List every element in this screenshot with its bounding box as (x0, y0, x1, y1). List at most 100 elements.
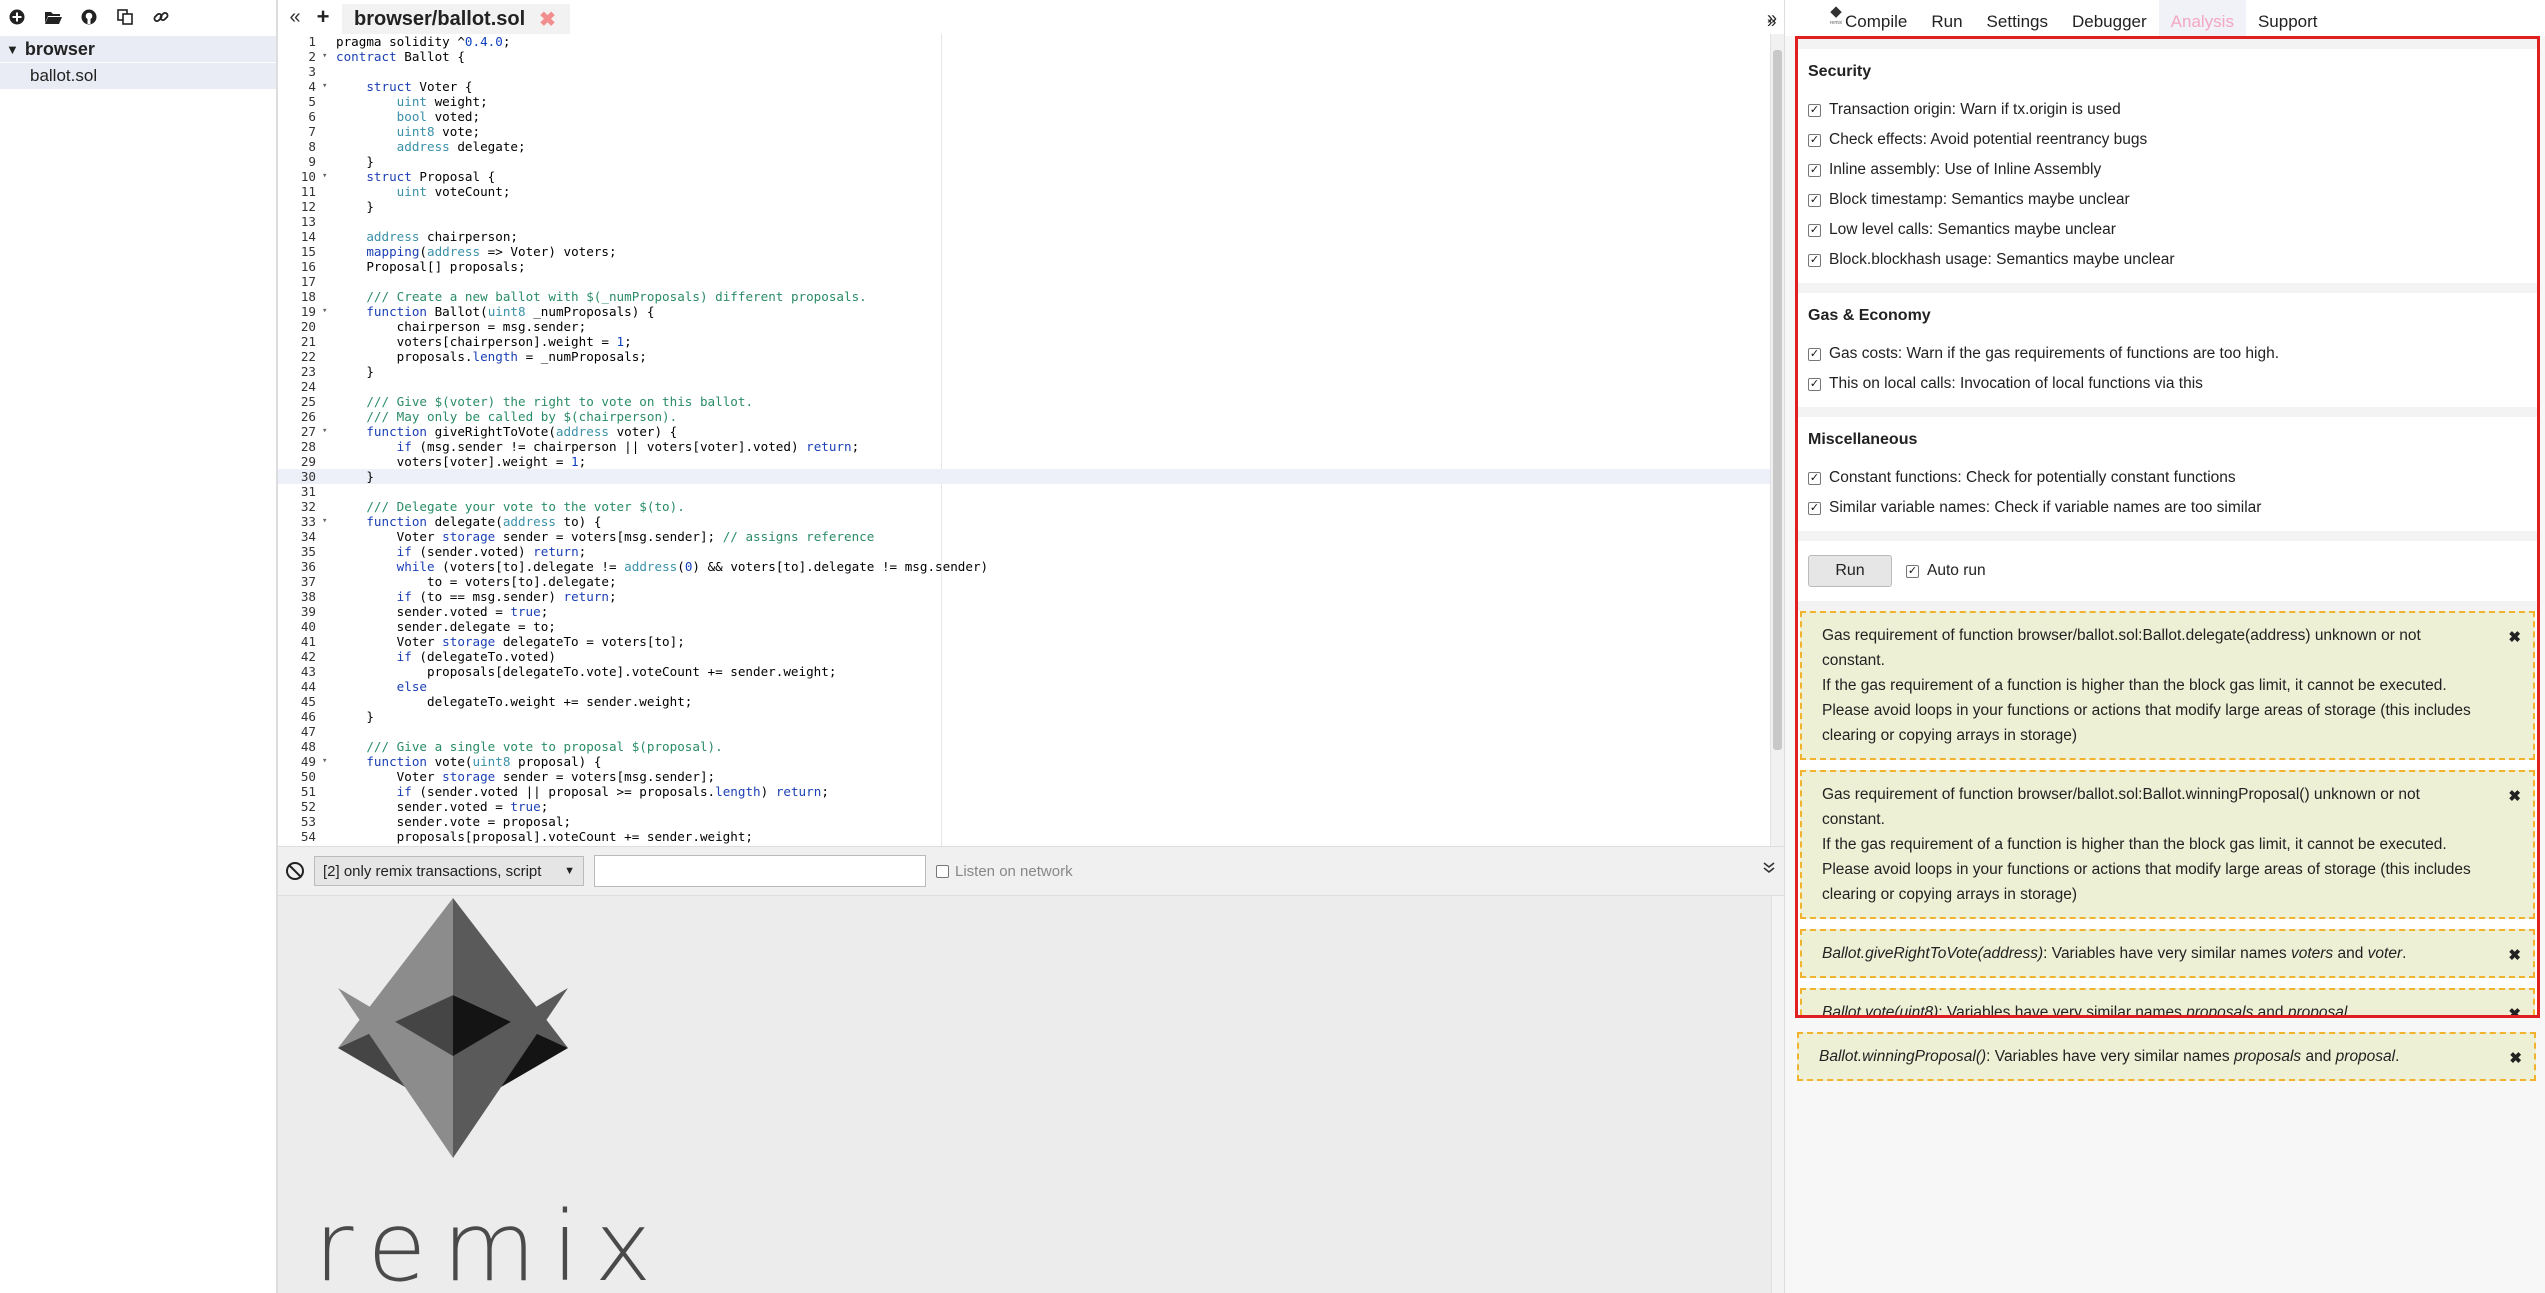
auto-run-checkbox[interactable]: ✓ (1906, 564, 1919, 578)
code-line[interactable]: 21 voters[chairperson].weight = 1; (278, 334, 1771, 349)
code-line[interactable]: 22 proposals.length = _numProposals; (278, 349, 1771, 364)
code-line[interactable]: 4 ▾ struct Voter { (278, 79, 1771, 94)
code-line[interactable]: 26 /// May only be called by $(chairpers… (278, 409, 1771, 424)
code-line[interactable]: 14 address chairperson; (278, 229, 1771, 244)
code-line[interactable]: 28 if (msg.sender != chairperson || vote… (278, 439, 1771, 454)
tab-analysis[interactable]: Analysis (2158, 0, 2246, 36)
transaction-filter-select[interactable]: [2] only remix transactions, script ▼ (314, 856, 584, 886)
code-line[interactable]: 51 if (sender.voted || proposal >= propo… (278, 784, 1771, 799)
auto-run-toggle[interactable]: ✓ Auto run (1906, 562, 1986, 580)
expand-panel-icon[interactable]: » (1767, 12, 1776, 32)
new-file-icon[interactable]: + (312, 4, 334, 30)
code-line[interactable]: 18 /// Create a new ballot with $(_numPr… (278, 289, 1771, 304)
fold-toggle-icon[interactable]: ▾ (322, 79, 336, 94)
option-checkbox[interactable]: ✓ (1808, 163, 1821, 177)
fold-toggle-icon[interactable]: ▾ (322, 754, 336, 769)
code-line[interactable]: 48 /// Give a single vote to proposal $(… (278, 739, 1771, 754)
code-line[interactable]: 25 /// Give $(voter) the right to vote o… (278, 394, 1771, 409)
code-line[interactable]: 12 } (278, 199, 1771, 214)
code-line[interactable]: 43 proposals[delegateTo.vote].voteCount … (278, 664, 1771, 679)
terminal-search-input[interactable] (594, 855, 926, 887)
code-line[interactable]: 50 Voter storage sender = voters[msg.sen… (278, 769, 1771, 784)
code-line[interactable]: 11 uint voteCount; (278, 184, 1771, 199)
code-line[interactable]: 7 uint8 vote; (278, 124, 1771, 139)
fold-toggle-icon[interactable]: ▾ (322, 514, 336, 529)
run-button[interactable]: Run (1808, 555, 1892, 587)
code-line[interactable]: 27 ▾ function giveRightToVote(address vot… (278, 424, 1771, 439)
option-checkbox[interactable]: ✓ (1808, 103, 1821, 117)
collapse-left-icon[interactable]: « (278, 6, 312, 29)
tab-compile[interactable]: Compile (1833, 0, 1919, 36)
code-line[interactable]: 8 address delegate; (278, 139, 1771, 154)
clear-console-icon[interactable] (286, 862, 304, 880)
dismiss-warning-icon[interactable]: ✖ (2508, 625, 2521, 650)
tab-settings[interactable]: Settings (1975, 0, 2060, 36)
code-line[interactable]: 6 bool voted; (278, 109, 1771, 124)
folder-open-icon[interactable] (42, 6, 64, 28)
editor-scrollbar[interactable] (1770, 34, 1784, 846)
code-line[interactable]: 19 ▾ function Ballot(uint8 _numProposals)… (278, 304, 1771, 319)
code-line[interactable]: 2 ▾ contract Ballot { (278, 49, 1771, 64)
option-checkbox[interactable]: ✓ (1808, 133, 1821, 147)
code-line[interactable]: 46 } (278, 709, 1771, 724)
fold-toggle-icon[interactable]: ▾ (322, 304, 336, 319)
tree-folder-browser[interactable]: ▼ browser (0, 36, 276, 62)
analysis-option[interactable]: ✓ This on local calls: Invocation of loca… (1808, 369, 2527, 399)
analysis-option[interactable]: ✓ Block timestamp: Semantics maybe unclea… (1808, 185, 2527, 215)
tab-debugger[interactable]: Debugger (2060, 0, 2159, 36)
code-line[interactable]: 13 (278, 214, 1771, 229)
analysis-option[interactable]: ✓ Transaction origin: Warn if tx.origin i… (1808, 95, 2527, 125)
code-line[interactable]: 34 Voter storage sender = voters[msg.sen… (278, 529, 1771, 544)
plus-circle-icon[interactable] (6, 6, 28, 28)
dismiss-warning-icon[interactable]: ✖ (2508, 943, 2521, 968)
code-line[interactable]: 20 chairperson = msg.sender; (278, 319, 1771, 334)
option-checkbox[interactable]: ✓ (1808, 377, 1821, 391)
fold-toggle-icon[interactable]: ▾ (322, 424, 336, 439)
copy-icon[interactable] (114, 6, 136, 28)
link-icon[interactable] (150, 6, 172, 28)
tab-support[interactable]: Support (2246, 0, 2330, 36)
code-line[interactable]: 29 voters[voter].weight = 1; (278, 454, 1771, 469)
code-line[interactable]: 31 (278, 484, 1771, 499)
option-checkbox[interactable]: ✓ (1808, 253, 1821, 267)
code-line[interactable]: 33 ▾ function delegate(address to) { (278, 514, 1771, 529)
listen-checkbox[interactable] (936, 864, 949, 878)
code-line[interactable]: 16 Proposal[] proposals; (278, 259, 1771, 274)
code-line[interactable]: 30 } (278, 469, 1771, 484)
code-line[interactable]: 47 (278, 724, 1771, 739)
code-line[interactable]: 53 sender.vote = proposal; (278, 814, 1771, 829)
analysis-option[interactable]: ✓ Gas costs: Warn if the gas requirements… (1808, 339, 2527, 369)
close-tab-icon[interactable]: ✖ (539, 7, 556, 32)
tree-file-ballot[interactable]: ballot.sol (0, 63, 276, 89)
code-line[interactable]: 40 sender.delegate = to; (278, 619, 1771, 634)
analysis-option[interactable]: ✓ Check effects: Avoid potential reentran… (1808, 125, 2527, 155)
code-line[interactable]: 10 ▾ struct Proposal { (278, 169, 1771, 184)
code-line[interactable]: 23 } (278, 364, 1771, 379)
tab-run[interactable]: Run (1919, 0, 1974, 36)
fold-toggle-icon[interactable]: ▾ (322, 169, 336, 184)
code-line[interactable]: 54 proposals[proposal].voteCount += send… (278, 829, 1771, 844)
code-line[interactable]: 52 sender.voted = true; (278, 799, 1771, 814)
toggle-terminal-icon[interactable] (1763, 861, 1775, 880)
code-line[interactable]: 17 (278, 274, 1771, 289)
code-line[interactable]: 15 mapping(address => Voter) voters; (278, 244, 1771, 259)
option-checkbox[interactable]: ✓ (1808, 501, 1821, 515)
code-line[interactable]: 1 pragma solidity ^0.4.0; (278, 34, 1771, 49)
dismiss-warning-icon[interactable]: ✖ (2508, 784, 2521, 809)
code-line[interactable]: 38 if (to == msg.sender) return; (278, 589, 1771, 604)
github-icon[interactable] (78, 6, 100, 28)
code-line[interactable]: 45 delegateTo.weight += sender.weight; (278, 694, 1771, 709)
fold-toggle-icon[interactable]: ▾ (322, 49, 336, 64)
code-line[interactable]: 32 /// Delegate your vote to the voter $… (278, 499, 1771, 514)
code-line[interactable]: 3 (278, 64, 1771, 79)
option-checkbox[interactable]: ✓ (1808, 193, 1821, 207)
code-line[interactable]: 41 Voter storage delegateTo = voters[to]… (278, 634, 1771, 649)
option-checkbox[interactable]: ✓ (1808, 471, 1821, 485)
scroll-thumb[interactable] (1773, 50, 1782, 750)
analysis-option[interactable]: ✓ Low level calls: Semantics maybe unclea… (1808, 215, 2527, 245)
code-line[interactable]: 9 } (278, 154, 1771, 169)
code-line[interactable]: 24 (278, 379, 1771, 394)
option-checkbox[interactable]: ✓ (1808, 347, 1821, 361)
code-line[interactable]: 37 to = voters[to].delegate; (278, 574, 1771, 589)
file-tab[interactable]: browser/ballot.sol ✖ (342, 4, 570, 34)
